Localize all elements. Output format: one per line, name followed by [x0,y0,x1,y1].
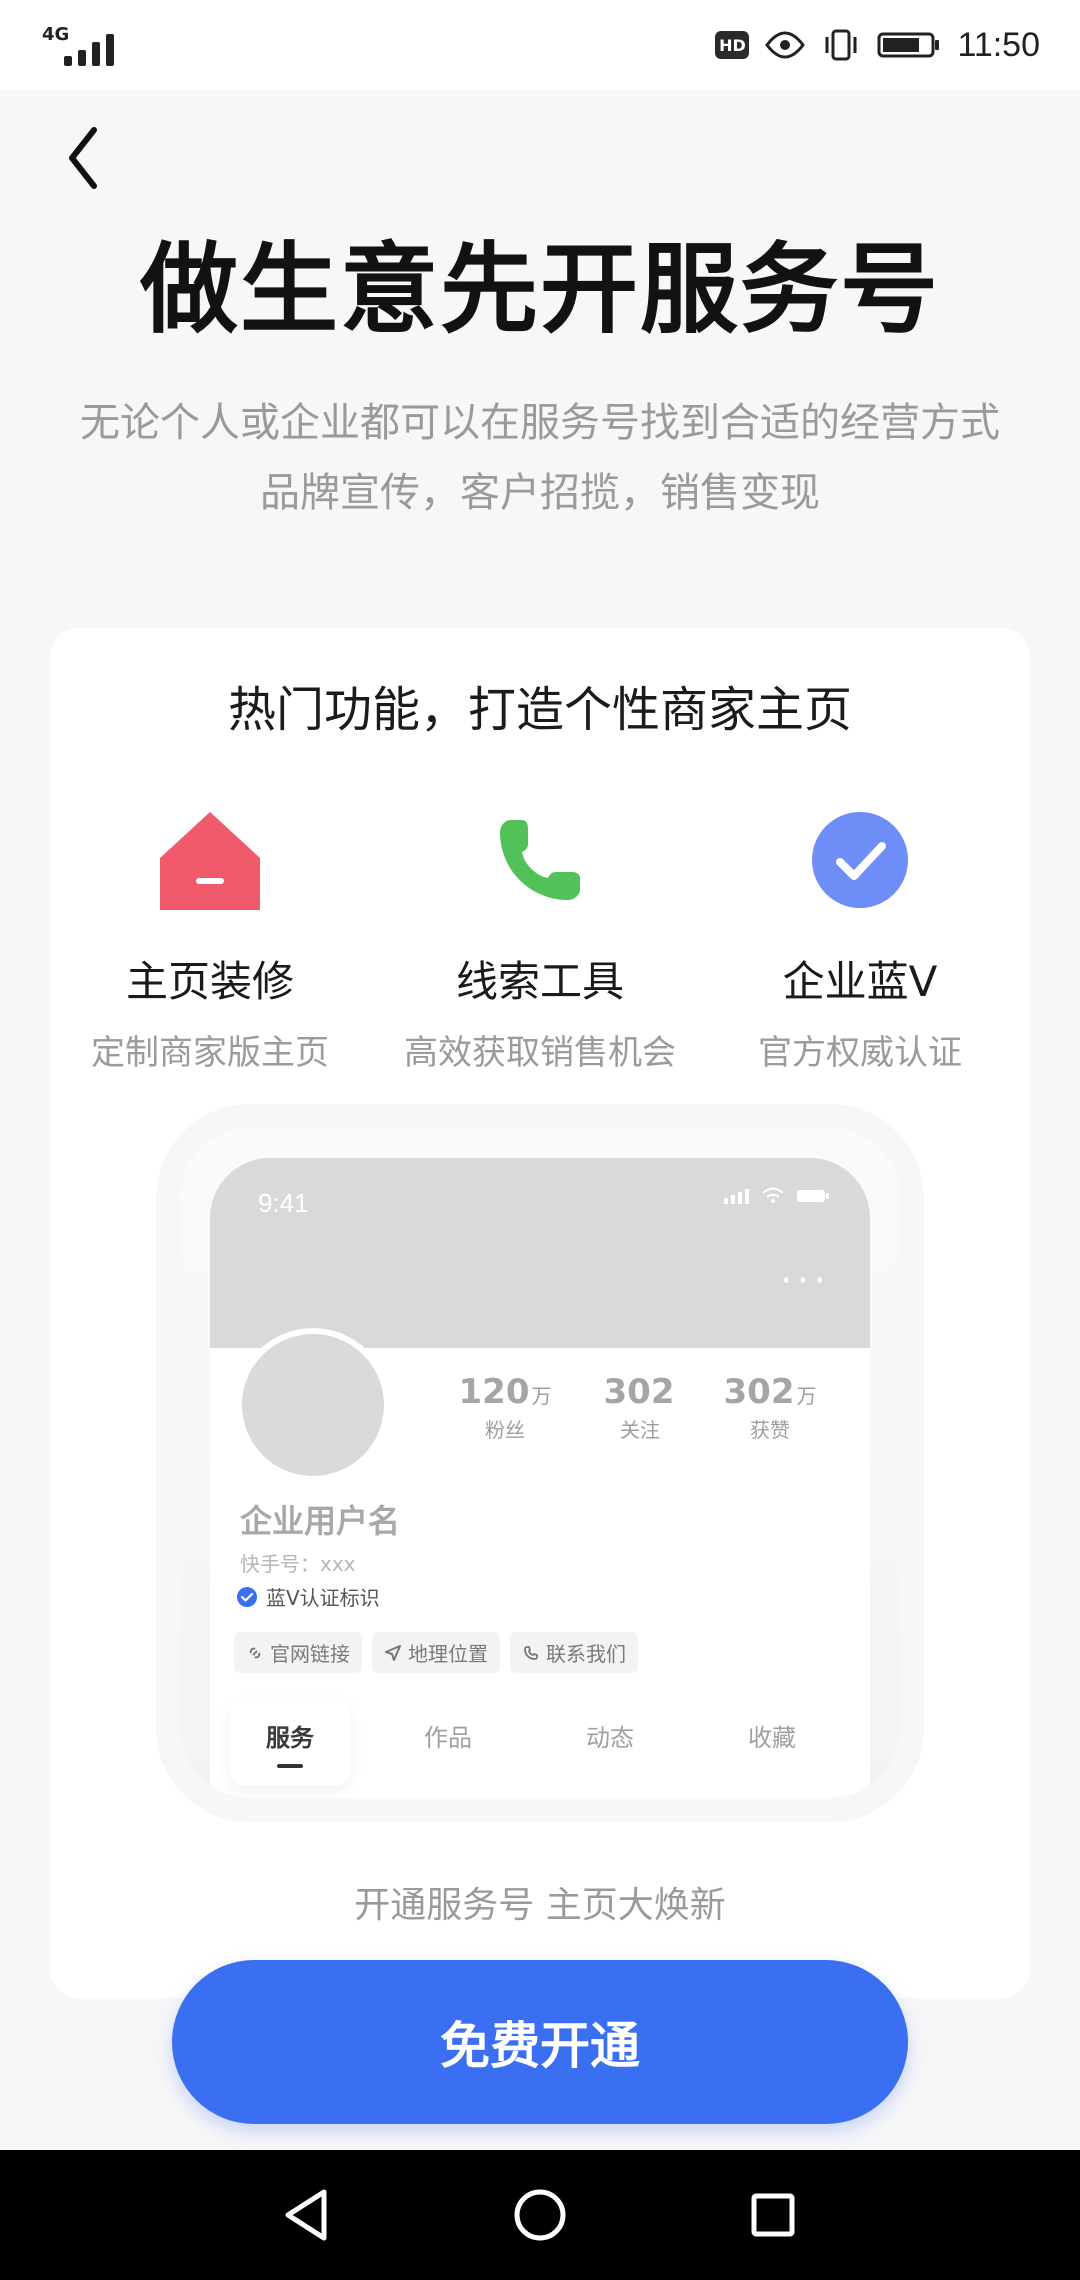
stat-follow: 302 关注 [575,1372,705,1443]
nav-home-button[interactable] [507,2182,573,2248]
mockup-signal-icon [724,1189,749,1204]
feature-leads-icon [480,800,600,920]
tab-favorites[interactable]: 收藏 [712,1698,832,1786]
feature-homepage: 主页装修 定制商家版主页 [50,800,370,1074]
tab-indicator [277,1764,303,1768]
nav-back-button[interactable] [274,2182,340,2248]
avatar [236,1328,390,1482]
verified-badge: 蓝V认证标识 [236,1582,380,1611]
tab-label: 作品 [424,1724,472,1752]
phone-icon [500,820,580,900]
page-title: 做生意先开服务号 [139,233,940,347]
status-icons: HD 11:50 [715,22,1040,68]
back-button[interactable] [58,122,106,194]
mockup-status-icons [722,1186,830,1206]
page-subtitle: 无论个人或企业都可以在服务号找到合适的经营方式 品牌宣传，客户招揽，销售变现 [40,388,1040,528]
profile-id: 快手号：xxx [240,1552,356,1576]
mockup-battery-icon [797,1190,829,1202]
tab-label: 动态 [586,1724,634,1752]
chip-website: 官网链接 [234,1632,362,1673]
status-bar: 4G HD 11:50 [0,0,1080,90]
clock: 11:50 [957,25,1040,64]
card-title: 热门功能，打造个性商家主页 [227,682,852,738]
feature-leads: 线索工具 高效获取销售机会 [380,800,700,1074]
home-circle-icon [514,2189,566,2241]
free-open-button[interactable]: 免费开通 [172,1960,908,2124]
home-icon [160,812,260,910]
verified-check-icon [237,1586,257,1607]
system-navigation-bar [0,2150,1080,2280]
phone-small-icon [524,1645,538,1660]
verified-text: 蓝V认证标识 [266,1586,380,1610]
hd-icon: HD [715,31,750,59]
profile-chips: 官网链接 地理位置 联系我们 [234,1632,638,1673]
subtitle-line-1: 无论个人或企业都可以在服务号找到合适的经营方式 [80,400,1000,446]
feature-bluev: 企业蓝V 官方权威认证 [700,800,1020,1074]
stat-unit: 万 [796,1384,817,1408]
stat-fans: 120 万 粉丝 [440,1372,570,1443]
feature-desc: 官方权威认证 [758,1033,962,1073]
feature-card: 热门功能，打造个性商家主页 主页装修 定制商家版主页 线索工具 高效获取销售机会… [50,628,1030,1998]
feature-list: 主页装修 定制商家版主页 线索工具 高效获取销售机会 企业蓝V 官方权威认证 [50,800,1030,1080]
link-icon [249,1647,261,1658]
stat-likes: 302 万 获赞 [705,1372,835,1443]
stat-number: 302 [603,1372,675,1412]
eye-icon [765,31,806,59]
chip-label: 联系我们 [546,1642,626,1666]
feature-label: 线索工具 [455,957,624,1006]
feature-desc: 定制商家版主页 [91,1033,329,1073]
mockup-time: 9:41 [258,1188,309,1218]
tab-moments[interactable]: 动态 [550,1698,670,1786]
chip-contact: 联系我们 [510,1632,638,1673]
stat-caption: 粉丝 [485,1418,525,1442]
mockup-header: 9:41 ··· [210,1158,870,1348]
profile-name: 企业用户名 [240,1502,401,1540]
card-caption: 开通服务号 主页大焕新 [354,1885,726,1926]
profile-tabs: 服务 作品 动态 收藏 [230,1698,850,1788]
stat-caption: 关注 [620,1418,660,1442]
chevron-left-icon [69,127,97,189]
tab-label: 服务 [266,1724,314,1752]
more-icon: ··· [779,1258,830,1304]
location-icon [385,1644,401,1661]
chip-location: 地理位置 [372,1632,500,1673]
feature-label: 主页装修 [125,957,294,1006]
profile-stats: 120 万 粉丝 302 关注 302 万 获赞 [440,1372,840,1442]
signal-icon [64,28,138,66]
chip-label: 官网链接 [270,1642,350,1666]
feature-desc: 高效获取销售机会 [404,1033,676,1073]
mockup-wifi-icon [762,1187,784,1203]
battery-icon [877,32,940,58]
tab-label: 收藏 [748,1724,796,1752]
hd-label: HD [719,35,746,55]
profile-mockup: 9:41 ··· 120 万 粉丝 302 关注 302 万 获赞 企业用户名 … [180,1128,900,1798]
stat-caption: 获赞 [750,1418,790,1442]
cta-label: 免费开通 [440,2017,640,2075]
recents-square-icon [751,2193,795,2237]
feature-homepage-icon [150,800,270,920]
vibrate-icon [825,29,857,61]
tab-works[interactable]: 作品 [388,1698,508,1786]
back-triangle-icon [285,2189,327,2241]
feature-bluev-icon [800,800,920,920]
stat-number: 302 [723,1372,795,1412]
check-circle-icon [812,812,908,908]
feature-label: 企业蓝V [782,957,938,1006]
stat-number: 120 [458,1372,530,1412]
chip-label: 地理位置 [408,1642,488,1666]
app-screen: 4G HD 11:50 做生意先开服务号 无论个人或企业都可以在服务号找到合适的… [0,0,1080,2280]
subtitle-line-2: 品牌宣传，客户招揽，销售变现 [260,470,820,516]
tab-service[interactable]: 服务 [230,1698,350,1786]
stat-unit: 万 [531,1384,552,1408]
nav-recents-button[interactable] [740,2182,806,2248]
mockup-screen: 9:41 ··· 120 万 粉丝 302 关注 302 万 获赞 企业用户名 … [210,1158,870,1798]
